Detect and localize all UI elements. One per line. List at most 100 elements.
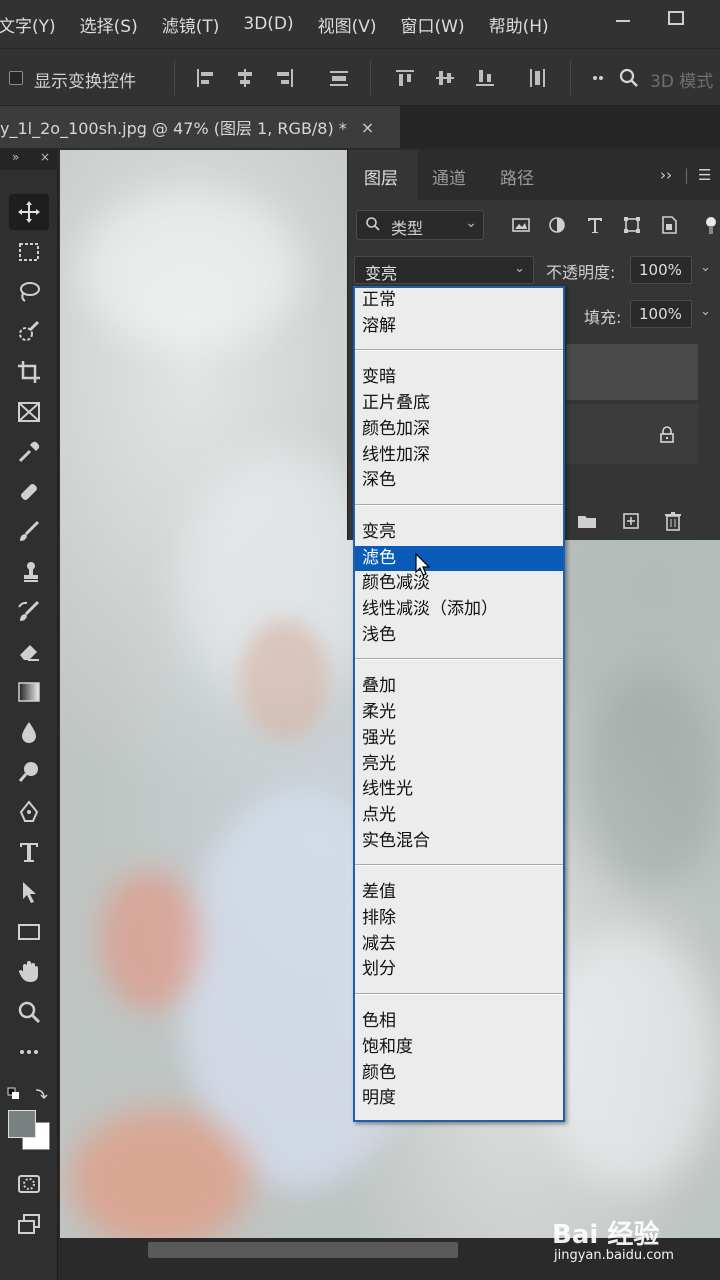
menu-select[interactable]: 选择(S)	[80, 12, 138, 37]
horizontal-scrollbar[interactable]	[148, 1242, 458, 1258]
collapse-icon[interactable]: »	[12, 150, 19, 164]
zoom-tool-icon[interactable]	[9, 994, 49, 1030]
hand-tool-icon[interactable]	[9, 954, 49, 990]
smart-object-filter-icon[interactable]	[658, 214, 680, 236]
blend-mode-option[interactable]: 强光	[355, 726, 563, 751]
align-left-icon[interactable]	[194, 67, 216, 89]
tab-channels[interactable]: 通道	[432, 164, 466, 189]
blend-mode-option[interactable]: 正常	[355, 288, 563, 313]
type-tool-icon[interactable]	[9, 834, 49, 870]
distribute-icon[interactable]	[328, 67, 350, 89]
eraser-tool-icon[interactable]	[9, 634, 49, 670]
blend-mode-option[interactable]: 明度	[355, 1086, 563, 1111]
foreground-color-swatch[interactable]	[8, 1110, 36, 1138]
type-filter-icon[interactable]	[584, 214, 606, 236]
align-middle-v-icon[interactable]	[434, 67, 456, 89]
blend-mode-option[interactable]: 叠加	[355, 674, 563, 699]
more-options-icon[interactable]	[590, 67, 612, 89]
menu-view[interactable]: 视图(V)	[318, 12, 377, 37]
move-tool-icon[interactable]	[9, 194, 49, 230]
close-icon[interactable]: ×	[40, 150, 50, 164]
menu-help[interactable]: 帮助(H)	[489, 12, 549, 37]
lasso-tool-icon[interactable]	[9, 274, 49, 310]
menu-type[interactable]: 文字(Y)	[0, 12, 56, 37]
adjustment-filter-icon[interactable]	[546, 214, 568, 236]
blend-mode-select[interactable]: 变亮 ⌄	[354, 256, 534, 284]
align-center-h-icon[interactable]	[234, 67, 256, 89]
shape-filter-icon[interactable]	[621, 214, 643, 236]
fill-input[interactable]: 100%	[630, 300, 692, 328]
image-filter-icon[interactable]	[510, 214, 532, 236]
blend-mode-option[interactable]: 实色混合	[355, 829, 563, 854]
dodge-tool-icon[interactable]	[9, 754, 49, 790]
panel-menu-icon[interactable]: ☰	[698, 166, 711, 184]
blend-mode-option[interactable]: 深色	[355, 468, 563, 493]
filter-toggle-icon[interactable]	[700, 214, 720, 236]
blend-mode-option[interactable]: 溶解	[355, 314, 563, 339]
blend-mode-option[interactable]: 变亮	[355, 520, 563, 545]
chevron-down-icon[interactable]: ⌄	[700, 304, 711, 319]
search-icon[interactable]	[618, 67, 640, 89]
blend-mode-option[interactable]: 点光	[355, 803, 563, 828]
layer-row-background[interactable]	[566, 404, 698, 464]
blend-mode-option[interactable]: 线性光	[355, 777, 563, 802]
eyedropper-tool-icon[interactable]	[9, 434, 49, 470]
quick-select-tool-icon[interactable]	[9, 314, 49, 350]
history-brush-tool-icon[interactable]	[9, 594, 49, 630]
blend-mode-option[interactable]: 滤色	[355, 545, 563, 571]
blend-mode-option[interactable]: 线性减淡（添加）	[355, 597, 563, 622]
blend-mode-option[interactable]: 变暗	[355, 365, 563, 390]
quick-mask-icon[interactable]	[9, 1166, 49, 1202]
blend-mode-option[interactable]: 减去	[355, 932, 563, 957]
gradient-tool-icon[interactable]	[9, 674, 49, 710]
menu-window[interactable]: 窗口(W)	[401, 12, 465, 37]
blend-mode-option[interactable]: 颜色	[355, 1061, 563, 1086]
distribute-v-icon[interactable]	[526, 67, 548, 89]
clone-stamp-tool-icon[interactable]	[9, 554, 49, 590]
blend-mode-option[interactable]: 颜色加深	[355, 417, 563, 442]
frame-tool-icon[interactable]	[9, 394, 49, 430]
chevron-down-icon[interactable]: ⌄	[700, 260, 711, 275]
marquee-tool-icon[interactable]	[9, 234, 49, 270]
blend-mode-option[interactable]: 浅色	[355, 623, 563, 648]
align-bottom-icon[interactable]	[474, 67, 496, 89]
maximize-button[interactable]	[662, 8, 690, 28]
blend-mode-option[interactable]: 正片叠底	[355, 391, 563, 416]
blend-mode-option[interactable]: 色相	[355, 1009, 563, 1034]
blend-mode-option[interactable]: 颜色减淡	[355, 571, 563, 596]
align-top-icon[interactable]	[394, 67, 416, 89]
pen-tool-icon[interactable]	[9, 794, 49, 830]
minimize-button[interactable]	[610, 8, 638, 28]
collapse-panel-icon[interactable]: ››	[660, 166, 672, 184]
new-layer-icon[interactable]	[620, 510, 642, 532]
delete-layer-icon[interactable]	[662, 510, 684, 532]
screen-mode-icon[interactable]	[9, 1206, 49, 1242]
show-transform-checkbox[interactable]	[9, 71, 23, 85]
more-tools-icon[interactable]	[9, 1034, 49, 1070]
healing-brush-tool-icon[interactable]	[9, 474, 49, 510]
opacity-input[interactable]: 100%	[630, 256, 692, 284]
tab-layers[interactable]: 图层	[364, 164, 398, 189]
menu-filter[interactable]: 滤镜(T)	[162, 12, 220, 37]
blend-mode-option[interactable]: 饱和度	[355, 1035, 563, 1060]
layer-filter-select[interactable]: 类型 ⌄	[356, 210, 484, 240]
blend-mode-option[interactable]: 差值	[355, 880, 563, 905]
tab-paths[interactable]: 路径	[500, 164, 534, 189]
swap-colors-icon[interactable]	[6, 1084, 50, 1104]
layer-row-selected[interactable]	[566, 344, 698, 400]
crop-tool-icon[interactable]	[9, 354, 49, 390]
document-tab[interactable]: y_1l_2o_100sh.jpg @ 47% (图层 1, RGB/8) * …	[0, 106, 400, 148]
menu-3d[interactable]: 3D(D)	[243, 14, 293, 34]
new-group-icon[interactable]	[576, 510, 598, 532]
blend-mode-option[interactable]: 亮光	[355, 752, 563, 777]
path-selection-tool-icon[interactable]	[9, 874, 49, 910]
brush-tool-icon[interactable]	[9, 514, 49, 550]
blur-tool-icon[interactable]	[9, 714, 49, 750]
align-right-icon[interactable]	[274, 67, 296, 89]
rectangle-tool-icon[interactable]	[9, 914, 49, 950]
close-icon[interactable]: ×	[361, 118, 374, 137]
blend-mode-option[interactable]: 柔光	[355, 700, 563, 725]
blend-mode-option[interactable]: 划分	[355, 957, 563, 982]
blend-mode-option[interactable]: 线性加深	[355, 443, 563, 468]
blend-mode-option[interactable]: 排除	[355, 906, 563, 931]
